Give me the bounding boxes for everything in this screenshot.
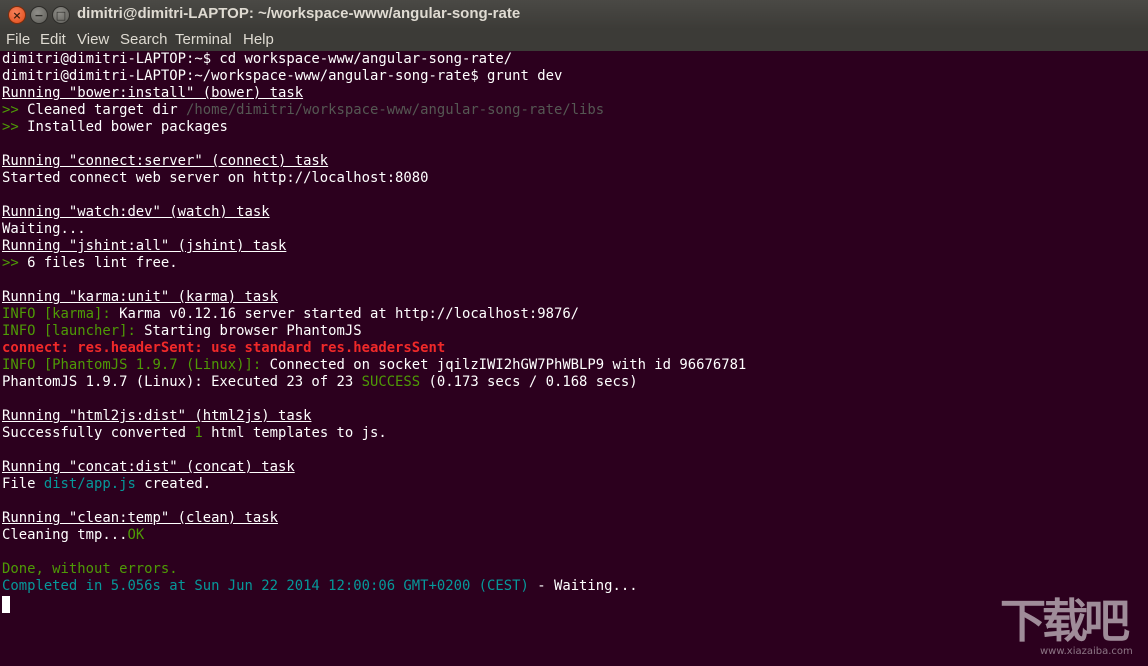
completed-message: Completed in 5.056s at Sun Jun 22 2014 1…	[2, 578, 529, 594]
terminal-line: PhantomJS 1.9.7 (Linux): Executed 23 of …	[2, 374, 638, 391]
terminal-line: Cleaning tmp...OK	[2, 527, 144, 544]
window-title: dimitri@dimitri-LAPTOP: ~/workspace-www/…	[77, 5, 521, 22]
task-header-bower: Running "bower:install" (bower) task	[2, 85, 304, 101]
menu-file[interactable]: File	[6, 31, 30, 48]
task-header-jshint: Running "jshint:all" (jshint) task	[2, 238, 287, 254]
task-header-html2js: Running "html2js:dist" (html2js) task	[2, 408, 312, 424]
terminal-line: INFO [PhantomJS 1.9.7 (Linux)]: Connecte…	[2, 357, 746, 374]
terminal-line: Waiting...	[2, 221, 86, 237]
terminal-line: Started connect web server on http://loc…	[2, 170, 429, 186]
success-label: SUCCESS	[361, 374, 421, 390]
terminal-text: (0.173 secs / 0.168 secs)	[420, 374, 638, 390]
terminal-text: Cleaning tmp...	[2, 527, 128, 543]
menu-bar: File Edit View Search Terminal Help	[0, 29, 1148, 51]
info-label: INFO [launcher]:	[2, 323, 136, 339]
terminal-text: html templates to js.	[202, 425, 387, 441]
terminal-line: >> Cleaned target dir /home/dimitri/work…	[2, 102, 604, 119]
terminal-line: >> 6 files lint free.	[2, 255, 178, 272]
target-dir-path: /home/dimitri/workspace-www/angular-song…	[186, 102, 605, 118]
terminal-line: dimitri@dimitri-LAPTOP:~$ cd workspace-w…	[2, 51, 513, 67]
maximize-icon: □	[55, 8, 67, 22]
done-message: Done, without errors.	[2, 561, 178, 577]
terminal-text: created.	[135, 476, 212, 492]
prompt-marker: >>	[2, 255, 19, 271]
terminal-cursor	[2, 596, 10, 613]
file-path: dist/app.js	[43, 476, 136, 492]
menu-help[interactable]: Help	[243, 31, 274, 48]
close-icon: ×	[12, 8, 22, 22]
terminal-line: INFO [karma]: Karma v0.12.16 server star…	[2, 306, 579, 323]
info-label: INFO [PhantomJS 1.9.7 (Linux)]:	[2, 357, 262, 373]
menu-edit[interactable]: Edit	[40, 31, 66, 48]
task-header-connect: Running "connect:server" (connect) task	[2, 153, 329, 169]
error-line: connect: res.headerSent: use standard re…	[2, 340, 446, 356]
ok-label: OK	[127, 527, 145, 543]
watermark-glyphs: 下载吧	[1000, 594, 1130, 648]
terminal-text: 6 files lint free.	[18, 255, 178, 271]
watermark-logo: 下载吧 www.xiazaiba.com	[1000, 594, 1145, 664]
task-header-concat: Running "concat:dist" (concat) task	[2, 459, 295, 475]
terminal-line: File dist/app.js created.	[2, 476, 211, 493]
terminal-line: INFO [launcher]: Starting browser Phanto…	[2, 323, 362, 340]
terminal-line: Completed in 5.056s at Sun Jun 22 2014 1…	[2, 578, 638, 595]
window-titlebar[interactable]: × − □ dimitri@dimitri-LAPTOP: ~/workspac…	[0, 0, 1148, 29]
terminal-text: File	[2, 476, 44, 492]
terminal-text: - Waiting...	[528, 578, 638, 594]
info-label: INFO [karma]:	[2, 306, 111, 322]
terminal-text: Installed bower packages	[18, 119, 228, 135]
minimize-icon: −	[34, 8, 44, 22]
terminal-output[interactable]: dimitri@dimitri-LAPTOP:~$ cd workspace-w…	[2, 51, 1130, 664]
count-value: 1	[194, 425, 203, 441]
minimize-button[interactable]: −	[30, 6, 48, 24]
window-controls: × − □	[8, 6, 70, 24]
menu-view[interactable]: View	[77, 31, 109, 48]
terminal-text: Successfully converted	[2, 425, 195, 441]
watermark-url: www.xiazaiba.com	[1040, 646, 1133, 657]
terminal-line: >> Installed bower packages	[2, 119, 228, 136]
task-header-watch: Running "watch:dev" (watch) task	[2, 204, 270, 220]
close-button[interactable]: ×	[8, 6, 26, 24]
prompt-marker: >>	[2, 119, 19, 135]
terminal-line: Successfully converted 1 html templates …	[2, 425, 387, 442]
prompt-marker: >>	[2, 102, 19, 118]
terminal-text: Connected on socket jqilzIWI2hGW7PhWBLP9…	[261, 357, 747, 373]
menu-terminal[interactable]: Terminal	[175, 31, 232, 48]
maximize-button[interactable]: □	[52, 6, 70, 24]
terminal-text: Starting browser PhantomJS	[135, 323, 362, 339]
task-header-karma: Running "karma:unit" (karma) task	[2, 289, 278, 305]
terminal-text: Karma v0.12.16 server started at http://…	[110, 306, 580, 322]
terminal-line: dimitri@dimitri-LAPTOP:~/workspace-www/a…	[2, 68, 563, 84]
task-header-clean: Running "clean:temp" (clean) task	[2, 510, 278, 526]
menu-search[interactable]: Search	[120, 31, 168, 48]
scrollbar[interactable]	[1133, 51, 1148, 666]
terminal-text: PhantomJS 1.9.7 (Linux): Executed 23 of …	[2, 374, 362, 390]
terminal-text: Cleaned target dir	[18, 102, 186, 118]
